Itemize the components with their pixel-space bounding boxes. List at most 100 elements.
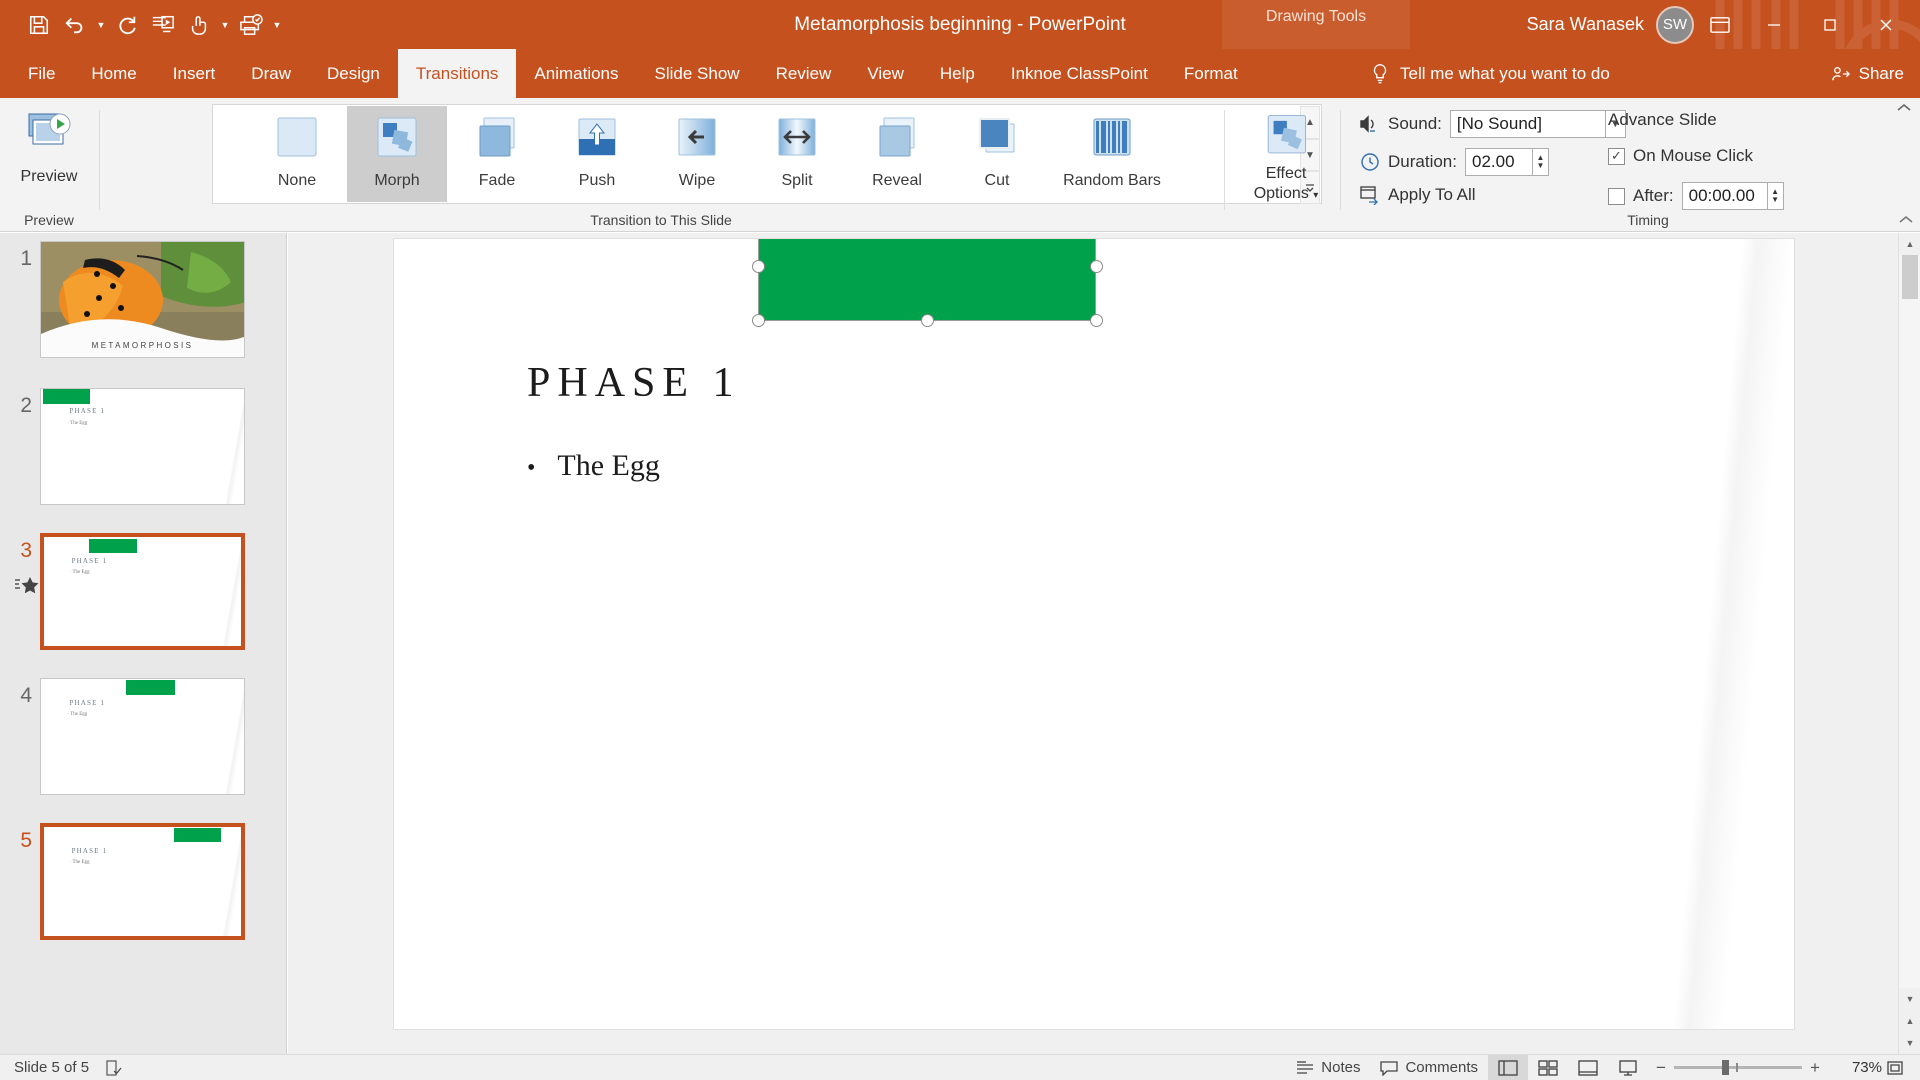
duration-input[interactable]: 02.00 (1465, 148, 1533, 176)
collapse-ribbon-button[interactable] (1896, 102, 1912, 114)
touch-mode-icon[interactable] (182, 8, 216, 42)
quick-access-toolbar[interactable]: ▼ ▼ (0, 8, 284, 42)
tab-animations[interactable]: Animations (516, 49, 636, 98)
zoom-track[interactable] (1674, 1066, 1802, 1069)
scroll-down-button[interactable]: ▼ (1899, 988, 1920, 1010)
after-input[interactable]: 00:00.00 (1682, 182, 1768, 210)
current-slide[interactable]: PHASE 1 • The Egg (394, 239, 1794, 1029)
slide-vertical-scrollbar[interactable]: ▲ ▼ ▲ ▼ (1898, 233, 1920, 1054)
tab-transitions[interactable]: Transitions (398, 49, 517, 98)
tell-me-search[interactable]: Tell me what you want to do (1370, 49, 1610, 98)
tab-file[interactable]: File (10, 49, 73, 98)
zoom-knob[interactable] (1722, 1060, 1729, 1075)
thumbnail-slide-5[interactable]: 5 PHASE 1 · The Egg (0, 823, 287, 940)
transition-split[interactable]: Split (747, 106, 847, 202)
tab-design[interactable]: Design (309, 49, 398, 98)
resize-handle-bottom-center[interactable] (921, 314, 934, 327)
tab-inknoe-classpoint[interactable]: Inknoe ClassPoint (993, 49, 1166, 98)
transition-cut[interactable]: Cut (947, 106, 1047, 202)
thumbnail-slide-1[interactable]: 1 METAMORPHOSIS (0, 241, 287, 358)
transition-fade[interactable]: Fade (447, 106, 547, 202)
slide-sorter-view-button[interactable] (1528, 1055, 1568, 1080)
print-preview-icon[interactable] (234, 8, 268, 42)
ribbon-display-options-icon[interactable] (1694, 0, 1746, 49)
transition-wipe[interactable]: Wipe (647, 106, 747, 202)
thumbnail-canvas[interactable]: PHASE 1 · The Egg (40, 823, 245, 940)
slide-show-button[interactable] (1608, 1055, 1648, 1080)
user-name[interactable]: Sara Wanasek (1527, 14, 1644, 35)
scrollbar-thumb[interactable] (1902, 255, 1918, 299)
after-row[interactable]: After: 00:00.00 ▲▼ (1608, 182, 1784, 210)
close-button[interactable] (1858, 0, 1914, 49)
scroll-up-button[interactable]: ▲ (1899, 233, 1920, 255)
thumbnail-number: 1 (0, 241, 40, 358)
redo-icon[interactable] (110, 8, 144, 42)
tab-review[interactable]: Review (758, 49, 850, 98)
thumbnail-canvas[interactable]: PHASE 1 · The Egg (40, 678, 245, 795)
slide-editing-area[interactable]: PHASE 1 • The Egg (288, 233, 1898, 1054)
zoom-level[interactable]: 73% (1828, 1059, 1882, 1076)
cut-icon (972, 114, 1022, 164)
touch-mode-dropdown-icon[interactable]: ▼ (218, 8, 232, 42)
slide-thumbnail-pane[interactable]: 1 METAMORPHOSIS (0, 233, 287, 1054)
resize-handle-middle-right[interactable] (1090, 260, 1103, 273)
save-icon[interactable] (22, 8, 56, 42)
thumbnail-slide-3[interactable]: 3 PHASE 1 · The Egg (0, 533, 287, 650)
resize-handle-bottom-left[interactable] (752, 314, 765, 327)
ribbon-pin-icon[interactable] (1898, 214, 1914, 226)
after-spinner[interactable]: ▲▼ (1768, 182, 1784, 210)
normal-view-button[interactable] (1488, 1055, 1528, 1080)
tab-draw[interactable]: Draw (233, 49, 309, 98)
duration-spinner[interactable]: ▲▼ (1533, 148, 1549, 176)
resize-handle-bottom-right[interactable] (1090, 314, 1103, 327)
thumbnail-canvas[interactable]: METAMORPHOSIS (40, 241, 245, 358)
slide-indicator[interactable]: Slide 5 of 5 (14, 1059, 89, 1076)
thumbnail-slide-4[interactable]: 4 PHASE 1 · The Egg (0, 678, 287, 795)
share-button[interactable]: Share (1831, 49, 1904, 98)
preview-button[interactable]: Preview (10, 104, 88, 196)
tab-view[interactable]: View (849, 49, 922, 98)
sound-select-value[interactable]: [No Sound] (1450, 110, 1606, 138)
next-slide-button[interactable]: ▼ (1899, 1032, 1920, 1054)
zoom-slider[interactable] (1674, 1066, 1802, 1069)
slide-title[interactable]: PHASE 1 (527, 359, 741, 407)
accessibility-icon[interactable] (105, 1059, 123, 1077)
chevron-down-icon[interactable]: ▾ (1313, 190, 1318, 201)
tab-insert[interactable]: Insert (155, 49, 234, 98)
on-mouse-click-checkbox[interactable]: ✓ (1608, 148, 1625, 165)
transition-push[interactable]: Push (547, 106, 647, 202)
transition-gallery[interactable]: None Morph (212, 104, 1322, 204)
tab-home[interactable]: Home (73, 49, 154, 98)
previous-slide-button[interactable]: ▲ (1899, 1010, 1920, 1032)
thumbnail-slide-2[interactable]: 2 PHASE 1 · The Egg (0, 388, 287, 505)
transition-none[interactable]: None (247, 106, 347, 202)
apply-to-all-button[interactable]: Apply To All (1358, 184, 1484, 206)
thumbnail-canvas[interactable]: PHASE 1 · The Egg (40, 388, 245, 505)
notes-button[interactable]: Notes (1286, 1055, 1370, 1080)
transition-morph[interactable]: Morph (347, 106, 447, 202)
maximize-button[interactable] (1802, 0, 1858, 49)
reading-view-button[interactable] (1568, 1055, 1608, 1080)
start-from-beginning-icon[interactable] (146, 8, 180, 42)
after-checkbox[interactable] (1608, 188, 1625, 205)
thumbnail-canvas[interactable]: PHASE 1 · The Egg (40, 533, 245, 650)
zoom-in-button[interactable]: + (1802, 1058, 1828, 1078)
slide-bullet-item[interactable]: • The Egg (527, 449, 660, 483)
minimize-button[interactable] (1746, 0, 1802, 49)
effect-options-button[interactable]: Effect Options ▾ (1240, 106, 1332, 206)
zoom-out-button[interactable]: − (1648, 1058, 1674, 1078)
comments-button[interactable]: Comments (1370, 1055, 1488, 1080)
undo-dropdown-icon[interactable]: ▼ (94, 8, 108, 42)
on-mouse-click-row[interactable]: ✓ On Mouse Click (1608, 146, 1753, 166)
transition-reveal[interactable]: Reveal (847, 106, 947, 202)
tab-format[interactable]: Format (1166, 49, 1256, 98)
undo-icon[interactable] (58, 8, 92, 42)
customize-qat-icon[interactable]: ▼ (270, 8, 284, 42)
fit-to-window-button[interactable] (1882, 1060, 1908, 1076)
avatar[interactable]: SW (1656, 6, 1694, 44)
tab-slide-show[interactable]: Slide Show (637, 49, 758, 98)
transition-random-bars[interactable]: Random Bars (1047, 106, 1177, 202)
resize-handle-middle-left[interactable] (752, 260, 765, 273)
ribbon: Preview Preview None (0, 98, 1920, 232)
tab-help[interactable]: Help (922, 49, 993, 98)
